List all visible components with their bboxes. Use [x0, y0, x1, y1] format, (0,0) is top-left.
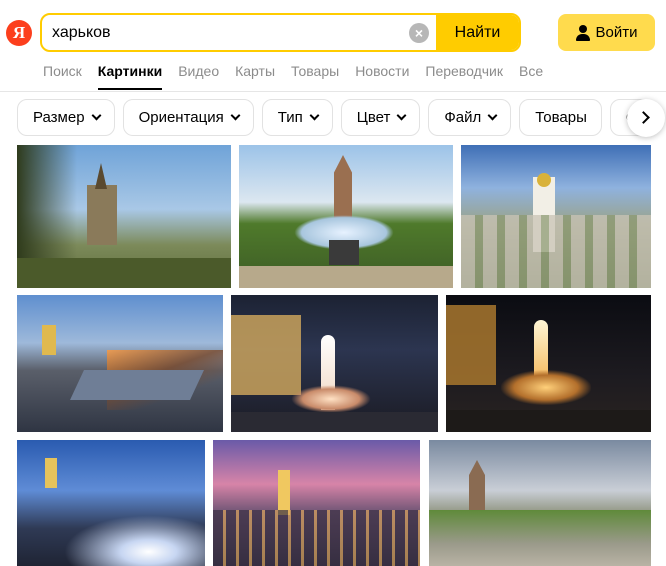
filter-label: Ориентация: [138, 109, 224, 126]
image-result[interactable]: [231, 295, 438, 432]
header-divider: [0, 91, 666, 92]
filter-type[interactable]: Тип: [261, 99, 333, 136]
filter-bar: РазмерОриентацияТипЦветФайлТоварыС: [17, 99, 666, 137]
filter-label: Размер: [33, 109, 85, 126]
filter-orientation[interactable]: Ориентация: [122, 99, 254, 136]
tab-video[interactable]: Видео: [178, 62, 219, 90]
filter-label: Товары: [535, 109, 587, 126]
chevron-down-icon: [396, 110, 407, 121]
tab-all[interactable]: Все: [519, 62, 543, 90]
image-result[interactable]: [17, 295, 223, 432]
filter-label: Файл: [444, 109, 482, 126]
login-button[interactable]: Войти: [558, 14, 655, 51]
chevron-down-icon: [230, 110, 241, 121]
tab-news[interactable]: Новости: [355, 62, 409, 90]
image-result[interactable]: [17, 440, 205, 566]
image-result[interactable]: [17, 145, 231, 288]
search-box: × Найти: [40, 13, 521, 52]
filter-products[interactable]: Товары: [519, 99, 602, 136]
filter-label: Тип: [277, 109, 303, 126]
header: Я × Найти Войти Поиск Картинки Видео Кар…: [0, 0, 666, 92]
yandex-logo[interactable]: Я: [6, 20, 32, 46]
filter-file[interactable]: Файл: [428, 99, 512, 136]
nav-tabs: Поиск Картинки Видео Карты Товары Новост…: [43, 62, 559, 90]
image-result[interactable]: [461, 145, 651, 288]
image-result[interactable]: [446, 295, 651, 432]
user-icon: [575, 24, 590, 41]
tab-products[interactable]: Товары: [291, 62, 339, 90]
clear-icon[interactable]: ×: [409, 23, 429, 43]
login-label: Войти: [595, 24, 638, 41]
filter-size[interactable]: Размер: [17, 99, 115, 136]
tab-translator[interactable]: Переводчик: [425, 62, 503, 90]
image-result[interactable]: [429, 440, 651, 566]
image-result[interactable]: [213, 440, 420, 566]
filter-color[interactable]: Цвет: [340, 99, 421, 136]
search-input[interactable]: [52, 15, 402, 50]
filter-label: Цвет: [356, 109, 391, 126]
tab-images[interactable]: Картинки: [97, 62, 163, 90]
tab-search[interactable]: Поиск: [43, 62, 82, 90]
search-button[interactable]: Найти: [436, 15, 519, 50]
chevron-down-icon: [91, 110, 102, 121]
chevron-right-icon: [637, 111, 650, 124]
chevron-down-icon: [309, 110, 320, 121]
chevron-down-icon: [487, 110, 498, 121]
image-result[interactable]: [239, 145, 453, 288]
tab-maps[interactable]: Карты: [235, 62, 275, 90]
filters-next-button[interactable]: [627, 99, 665, 137]
